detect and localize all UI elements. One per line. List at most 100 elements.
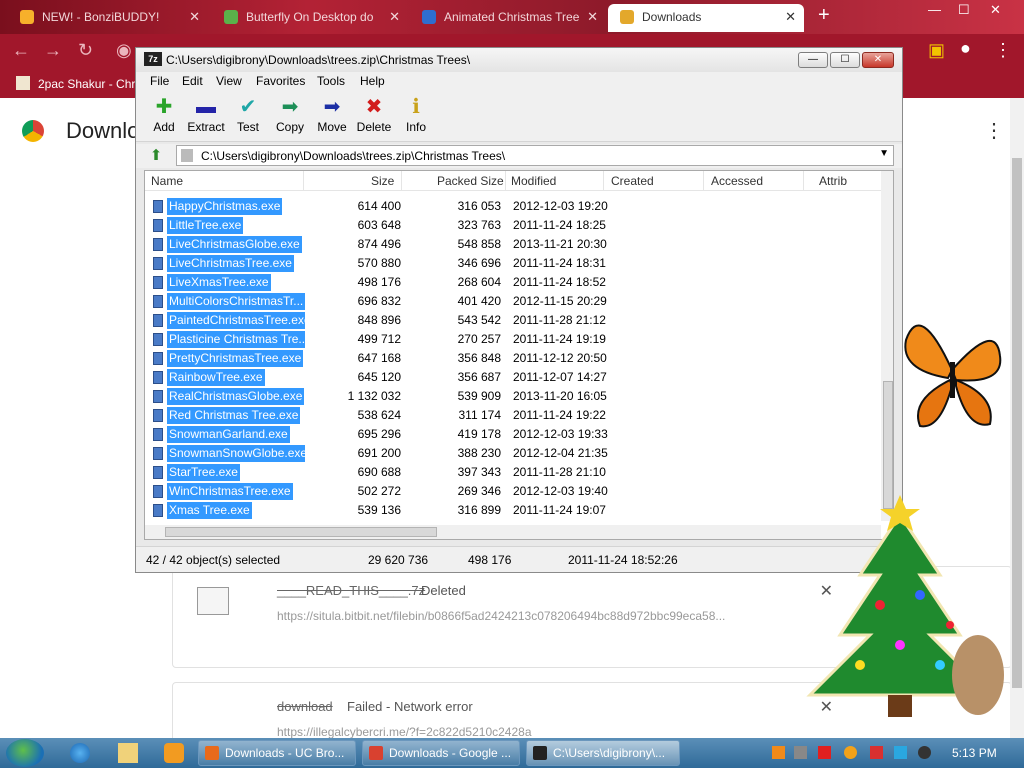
- column-header-size[interactable]: Size: [371, 174, 394, 188]
- search-tray-icon[interactable]: [844, 746, 857, 759]
- download-filename[interactable]: ____READ_THIS____.7z: [277, 583, 425, 598]
- column-header-accessed[interactable]: Accessed: [711, 174, 763, 188]
- menu-favorites[interactable]: Favorites: [256, 74, 305, 88]
- window-titlebar[interactable]: 7z C:\Users\digibrony\Downloads\trees.zi…: [136, 48, 902, 72]
- file-row[interactable]: Xmas Tree.exe 539 136 316 899 2011-11-24 19…: [145, 501, 881, 520]
- info-button[interactable]: ℹ Info: [394, 94, 438, 134]
- file-row[interactable]: LiveXmasTree.exe 498 176 268 604 2011-11-24…: [145, 273, 881, 292]
- copy-button[interactable]: ➡ Copy: [268, 94, 312, 134]
- menu-file[interactable]: File: [150, 74, 169, 88]
- butterfly-tray-icon[interactable]: [772, 746, 785, 759]
- back-icon[interactable]: ←: [12, 40, 30, 61]
- file-row[interactable]: HappyChristmas.exe 614 400 316 053 2012-12-…: [145, 197, 881, 216]
- file-row[interactable]: Red Christmas Tree.exe 538 624 311 174 2011…: [145, 406, 881, 425]
- menu-view[interactable]: View: [216, 74, 242, 88]
- maximize-button[interactable]: ☐: [830, 52, 860, 68]
- file-row[interactable]: RainbowTree.exe 645 120 356 687 2011-12-07 …: [145, 368, 881, 387]
- start-button[interactable]: [6, 739, 44, 767]
- page-menu-icon[interactable]: ⋮: [984, 118, 1004, 143]
- file-row[interactable]: RealChristmasGlobe.exe 1 132 032 539 909 20…: [145, 387, 881, 406]
- explorer-folder-icon[interactable]: [118, 743, 138, 763]
- file-row[interactable]: LittleTree.exe 603 648 323 763 2011-11-24 1…: [145, 216, 881, 235]
- file-row[interactable]: PrettyChristmasTree.exe 647 168 356 848 201…: [145, 349, 881, 368]
- monitor-tray-icon[interactable]: [894, 746, 907, 759]
- menu-icon[interactable]: ⋮: [994, 40, 1012, 61]
- close-tab-icon[interactable]: ✕: [189, 4, 200, 30]
- check-icon: ✔: [239, 96, 257, 118]
- column-header-modified[interactable]: Modified: [511, 174, 556, 188]
- file-row[interactable]: SnowmanSnowGlobe.exe 691 200 388 230 2012-1…: [145, 444, 881, 463]
- file-row[interactable]: MultiColorsChristmasTr... 696 832 401 420 2…: [145, 292, 881, 311]
- new-tab-button[interactable]: +: [818, 4, 830, 27]
- file-row[interactable]: Plasticine Christmas Tre... 499 712 270 25…: [145, 330, 881, 349]
- close-button[interactable]: ✕: [862, 52, 894, 68]
- reload-icon[interactable]: ↻: [78, 40, 93, 61]
- toolbar: ✚ Add ▬ Extract ✔ Test ➡ Copy ➡ Move ✖ Delete …: [136, 92, 902, 142]
- avatar-icon[interactable]: ●: [960, 38, 971, 59]
- file-row[interactable]: WinChristmasTree.exe 502 272 269 346 2012-1…: [145, 482, 881, 501]
- move-button[interactable]: ➡ Move: [310, 94, 354, 134]
- taskbar-item[interactable]: Downloads - UC Bro...: [198, 740, 356, 766]
- bonzi-tray-icon[interactable]: [794, 746, 807, 759]
- file-row[interactable]: SnowmanGarland.exe 695 296 419 178 2012-12-…: [145, 425, 881, 444]
- antivirus-tray-icon[interactable]: [818, 746, 831, 759]
- download-url[interactable]: https://situla.bitbit.net/filebin/b0866f…: [277, 609, 797, 623]
- download-filename[interactable]: download: [277, 699, 333, 714]
- file-packed-size: 323 763: [457, 218, 501, 232]
- maximize-icon[interactable]: ☐: [958, 2, 970, 18]
- menu-help[interactable]: Help: [360, 74, 385, 88]
- browser-tab[interactable]: NEW! - BonziBUDDY! ✕: [8, 4, 208, 32]
- scrollbar-thumb[interactable]: [165, 527, 437, 537]
- file-row[interactable]: LiveChristmasTree.exe 570 880 346 696 2011-…: [145, 254, 881, 273]
- toolbar-label: Info: [405, 120, 426, 134]
- browser-tab-active[interactable]: Downloads ✕: [608, 4, 804, 32]
- menu-edit[interactable]: Edit: [182, 74, 203, 88]
- close-tab-icon[interactable]: ✕: [785, 4, 796, 30]
- file-size: 690 688: [357, 465, 401, 479]
- file-row[interactable]: PaintedChristmasTree.exe 848 896 543 542 20…: [145, 311, 881, 330]
- scrollbar-thumb[interactable]: [883, 381, 893, 509]
- close-tab-icon[interactable]: ✕: [587, 4, 598, 30]
- file-name: SnowmanSnowGlobe.exe: [167, 445, 305, 462]
- horizontal-scrollbar[interactable]: [145, 525, 881, 539]
- taskbar-item-active[interactable]: C:\Users\digibrony\...: [526, 740, 680, 766]
- taskbar-item-label: Downloads - Google ...: [389, 746, 512, 760]
- vertical-scrollbar[interactable]: [881, 171, 893, 521]
- flag-tray-icon[interactable]: [870, 746, 883, 759]
- chevron-down-icon[interactable]: ▼: [879, 148, 889, 159]
- internet-explorer-icon[interactable]: [70, 743, 90, 763]
- forward-icon[interactable]: →: [44, 40, 62, 61]
- clock[interactable]: 5:13 PM: [952, 746, 997, 760]
- minimize-button[interactable]: —: [798, 52, 828, 68]
- close-tab-icon[interactable]: ✕: [389, 4, 400, 30]
- page-scrollbar[interactable]: [1010, 98, 1024, 738]
- scrollbar-thumb[interactable]: [1012, 158, 1022, 688]
- download-url[interactable]: https://illegalcybercri.me/?f=2c822d5210…: [277, 725, 797, 739]
- bookmark-item[interactable]: 2pac Shakur - Chro: [38, 77, 142, 91]
- file-size: 603 648: [357, 218, 401, 232]
- column-header-name[interactable]: Name: [151, 174, 183, 188]
- file-row[interactable]: StarTree.exe 690 688 397 343 2011-11-28 21:…: [145, 463, 881, 482]
- delete-button[interactable]: ✖ Delete: [352, 94, 396, 134]
- extension-icon[interactable]: ▣: [928, 40, 945, 61]
- christmas-tree-image[interactable]: [800, 495, 1010, 730]
- test-button[interactable]: ✔ Test: [226, 94, 270, 134]
- minimize-icon[interactable]: —: [928, 2, 941, 17]
- volume-tray-icon[interactable]: [918, 746, 931, 759]
- column-header-packed-size[interactable]: Packed Size: [437, 174, 504, 188]
- extract-button[interactable]: ▬ Extract: [184, 94, 228, 134]
- browser-tab[interactable]: Butterfly On Desktop do ✕: [212, 4, 408, 32]
- file-row[interactable]: LiveChristmasGlobe.exe 874 496 548 858 2013…: [145, 235, 881, 254]
- butterfly-image[interactable]: [900, 300, 1004, 436]
- column-header-created[interactable]: Created: [611, 174, 654, 188]
- file-packed-size: 539 909: [457, 389, 501, 403]
- folder-up-icon[interactable]: ⬆: [146, 146, 166, 166]
- media-player-icon[interactable]: [164, 743, 184, 763]
- add-button[interactable]: ✚ Add: [142, 94, 186, 134]
- taskbar-item[interactable]: Downloads - Google ...: [362, 740, 520, 766]
- column-header-attrib[interactable]: Attrib: [819, 174, 847, 188]
- menu-tools[interactable]: Tools: [317, 74, 345, 88]
- close-icon[interactable]: ✕: [990, 2, 1001, 18]
- address-field[interactable]: C:\Users\digibrony\Downloads\trees.zip\C…: [176, 145, 894, 166]
- browser-tab[interactable]: Animated Christmas Tree ✕: [410, 4, 606, 32]
